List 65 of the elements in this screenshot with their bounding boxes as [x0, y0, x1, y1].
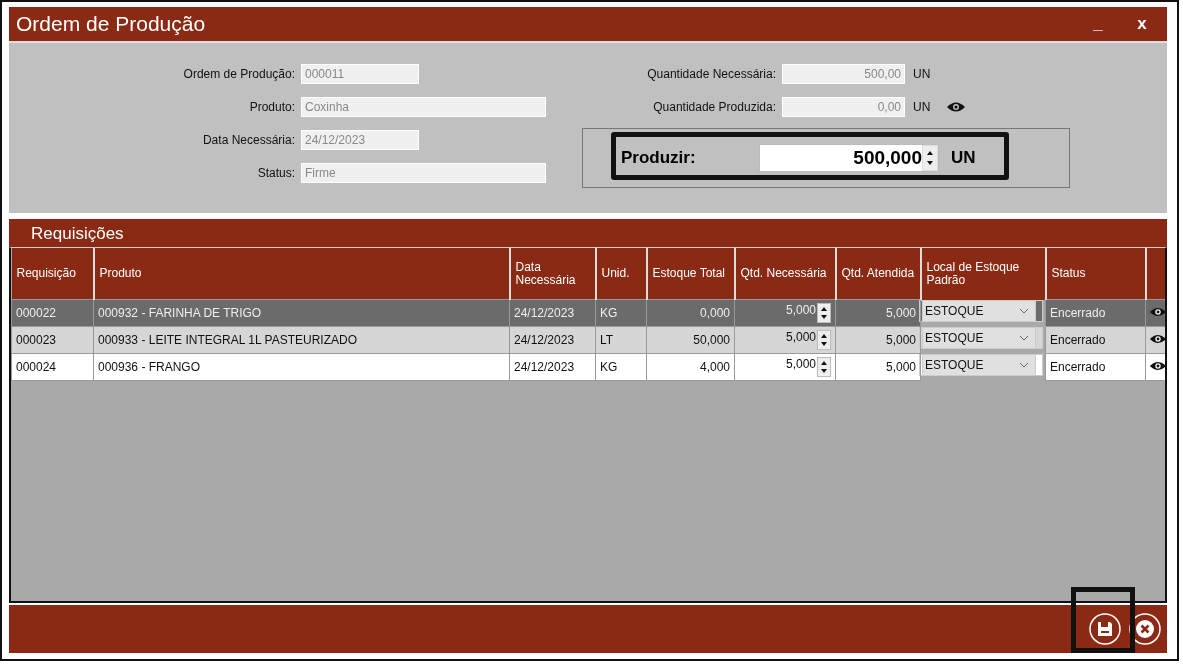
spin-arrows-icon[interactable] — [922, 145, 938, 171]
column-header[interactable]: Estoque Total — [646, 248, 735, 300]
window-title: Ordem de Produção — [16, 12, 207, 36]
unit-label: UN — [913, 99, 931, 114]
chevron-down-icon — [1019, 361, 1029, 368]
unit-label: UN — [951, 148, 976, 168]
field-label: Status: — [256, 165, 296, 180]
produce-spin-field[interactable]: 500,000 — [759, 144, 939, 172]
table-cell: LT — [600, 333, 614, 347]
table-cell: 5,000 — [885, 333, 916, 347]
highlight-frame — [1071, 587, 1135, 653]
spin-arrows-icon[interactable] — [817, 330, 831, 350]
table-cell: 4,000 — [699, 360, 730, 374]
eye-icon[interactable] — [1148, 359, 1165, 372]
table-cell: 000936 - FRANGO — [98, 360, 201, 374]
table-cell: 000023 — [16, 333, 57, 347]
table-cell: KG — [600, 360, 618, 374]
table-row[interactable]: 000022 000932 - FARINHA DE TRIGO 24/12/2023 KG 0,000 5,000 5,000 ESTOQUE Encerrado — [11, 299, 1165, 327]
unit-label: UN — [913, 66, 931, 81]
chevron-down-icon — [1019, 334, 1029, 341]
table-cell: 24/12/2023 — [514, 306, 575, 320]
table-cell: 5,000 — [885, 360, 916, 374]
column-header[interactable]: Data Necessária — [509, 248, 596, 300]
table-cell: 000022 — [16, 306, 57, 320]
table-cell: 5,000 — [885, 306, 916, 320]
eye-icon[interactable] — [1148, 332, 1165, 345]
cancel-button[interactable] — [1127, 611, 1163, 647]
table-cell: Encerrado — [1050, 306, 1106, 320]
field-label: Quantidade Produzida: — [652, 99, 777, 114]
eye-icon[interactable] — [946, 100, 967, 113]
table-cell: 000933 - LEITE INTEGRAL 1L PASTEURIZADO — [98, 333, 357, 347]
table-cell: 000932 - FARINHA DE TRIGO — [98, 306, 262, 320]
save-button[interactable] — [1087, 611, 1123, 647]
column-header[interactable]: Qtd. Atendida — [835, 248, 921, 300]
table-row[interactable]: 000024 000936 - FRANGO 24/12/2023 KG 4,000 5,000 5,000 ESTOQUE Encerrado — [11, 353, 1165, 381]
column-header[interactable]: Unid. — [595, 248, 647, 300]
column-header[interactable]: Status — [1045, 248, 1146, 300]
table-cell: Encerrado — [1050, 360, 1106, 374]
minimize-button[interactable]: _ — [1079, 13, 1117, 35]
field-label: Quantidade Necessária: — [646, 66, 777, 81]
column-header[interactable]: Local de Estoque Padrão — [920, 248, 1046, 300]
close-button[interactable]: x — [1123, 13, 1161, 35]
table-cell: Encerrado — [1050, 333, 1106, 347]
field-label: Ordem de Produção: — [182, 66, 296, 81]
produce-label: Produzir: — [621, 148, 697, 168]
table-cell: KG — [600, 306, 618, 320]
table-cell: 000024 — [16, 360, 57, 374]
stock-location-dropdown[interactable]: ESTOQUE — [922, 353, 1036, 376]
column-header[interactable]: Qtd. Necessária — [734, 248, 836, 300]
table-cell: 24/12/2023 — [514, 333, 575, 347]
spin-arrows-icon[interactable] — [817, 357, 831, 377]
column-header[interactable]: Produto — [93, 248, 510, 300]
column-header[interactable]: Requisição — [11, 248, 94, 300]
eye-icon[interactable] — [1148, 305, 1165, 318]
table-cell: 50,000 — [693, 333, 730, 347]
table-row[interactable]: 000023 000933 - LEITE INTEGRAL 1L PASTEURIZADO 24/12/2023 LT 50,000 5,000 5,000 ESTOQUE Encerrado — [11, 326, 1165, 354]
table-cell: 24/12/2023 — [514, 360, 575, 374]
field-label: Produto: — [248, 99, 296, 114]
stock-location-dropdown[interactable]: ESTOQUE — [922, 299, 1036, 322]
stock-location-dropdown[interactable]: ESTOQUE — [922, 326, 1036, 349]
chevron-down-icon — [1019, 307, 1029, 314]
spin-arrows-icon[interactable] — [817, 303, 831, 323]
section-title: Requisições — [31, 224, 124, 245]
field-label: Data Necessária: — [201, 132, 296, 147]
table-cell: 0,000 — [699, 306, 730, 320]
